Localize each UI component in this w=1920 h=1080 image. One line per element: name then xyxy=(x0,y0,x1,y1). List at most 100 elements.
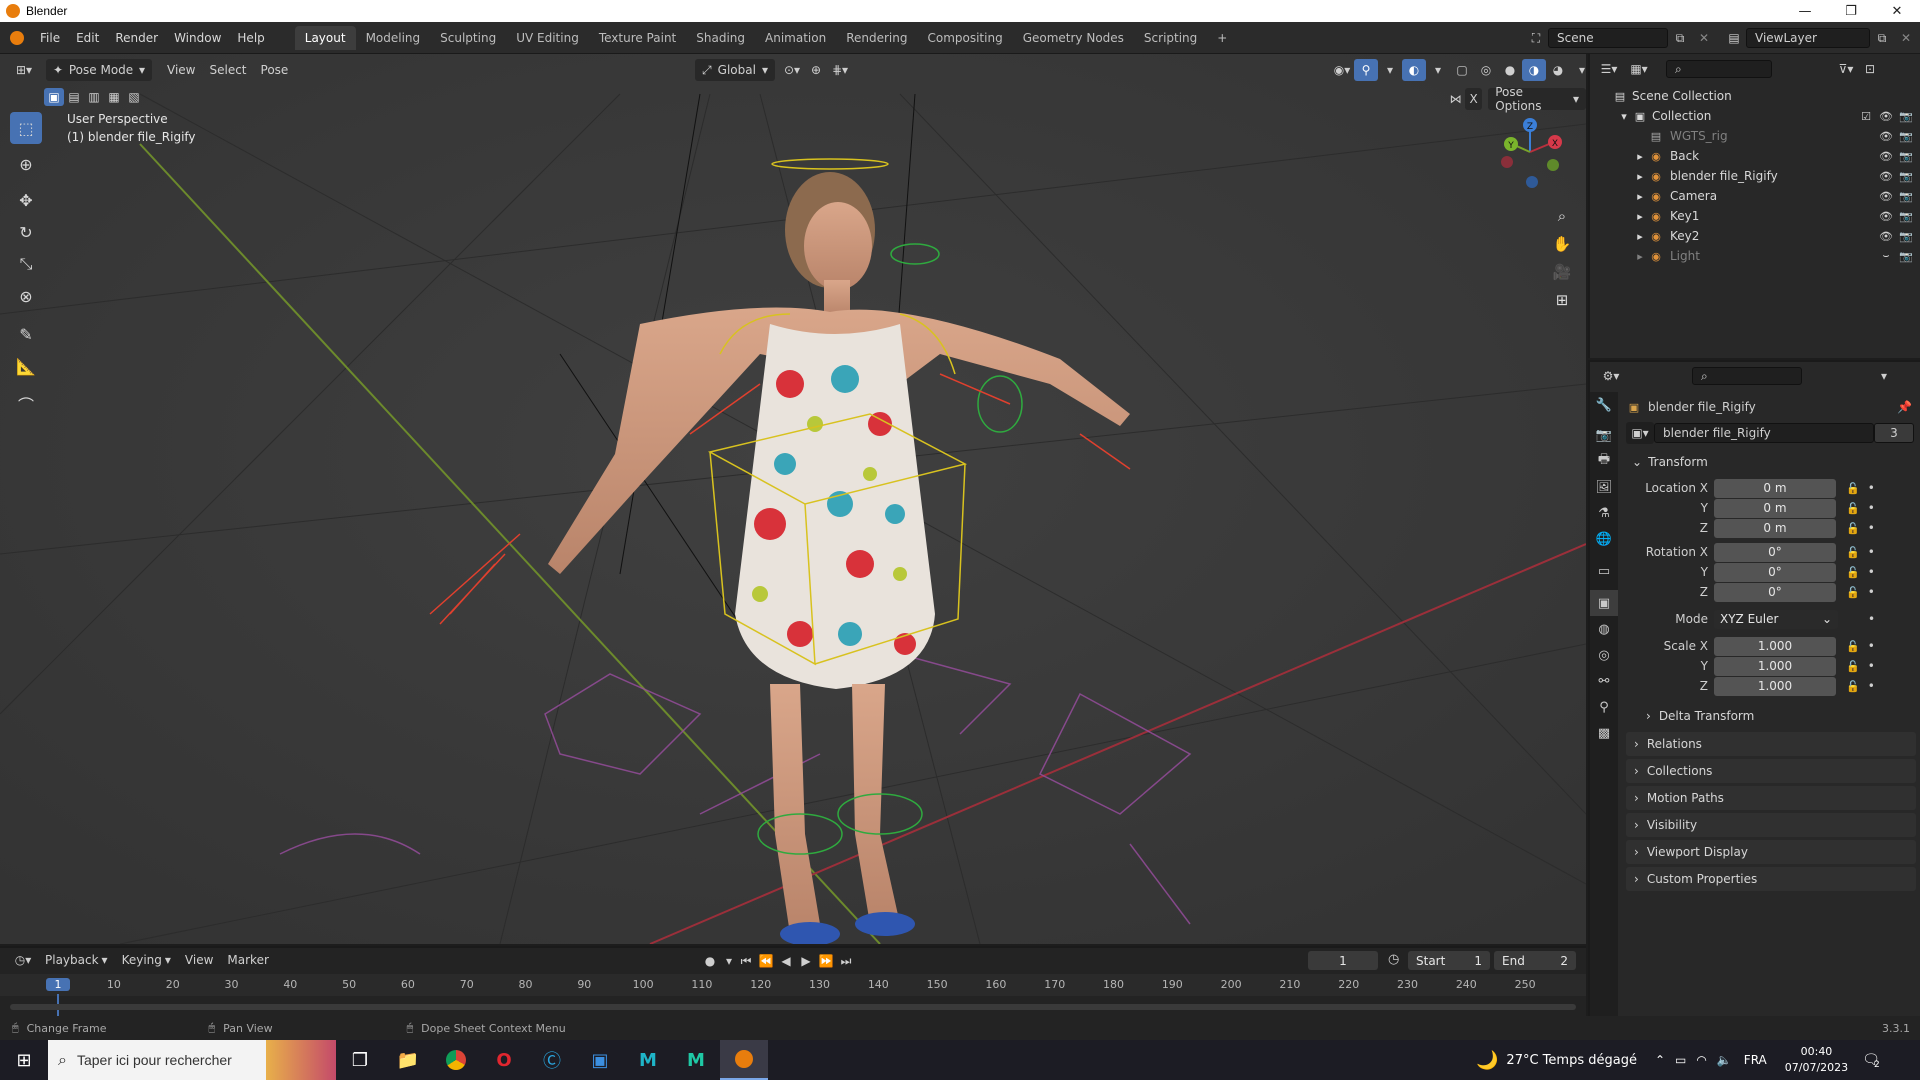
chevron-right-icon[interactable]: ▸ xyxy=(1632,249,1648,263)
jump-end-icon[interactable]: ⏭ xyxy=(836,950,856,972)
pose-options-dropdown[interactable]: Pose Options ▾ xyxy=(1488,85,1586,113)
armature-data-tab-icon[interactable]: ⚲ xyxy=(1590,694,1618,720)
chevron-down-icon[interactable]: ▾ xyxy=(1872,365,1896,387)
keyframe-dot-icon[interactable]: • xyxy=(1868,481,1875,495)
camera-render-icon[interactable]: 📷 xyxy=(1898,170,1914,183)
move-tool[interactable]: ✥ xyxy=(10,184,42,216)
outliner-row[interactable]: ▸ ◉ Back 👁 📷 xyxy=(1590,146,1920,166)
scale-y-field[interactable]: 1.000 xyxy=(1714,656,1836,676)
keyframe-dot-icon[interactable]: • xyxy=(1868,585,1875,599)
delta-transform-header[interactable]: › Delta Transform xyxy=(1640,704,1916,728)
blender-taskbar-icon[interactable] xyxy=(720,1040,768,1080)
lock-icon[interactable]: 🔓 xyxy=(1846,640,1860,653)
chevron-right-icon[interactable]: ▸ xyxy=(1632,189,1648,203)
snap-icon[interactable]: ⊕ xyxy=(804,59,828,81)
panel-header[interactable]: › Custom Properties xyxy=(1626,867,1916,891)
delete-scene-icon[interactable]: ✕ xyxy=(1692,27,1716,49)
visibility-icon[interactable]: ◉▾ xyxy=(1330,59,1354,81)
display-mode-icon[interactable]: ▦▾ xyxy=(1624,58,1654,80)
world-tab-icon[interactable]: 🌐 xyxy=(1590,526,1618,552)
pivot-point-icon[interactable]: ⊙▾ xyxy=(780,59,804,81)
panel-header[interactable]: › Collections xyxy=(1626,759,1916,783)
maya-icon[interactable]: M xyxy=(624,1040,672,1080)
store-icon[interactable]: ▣ xyxy=(576,1040,624,1080)
keyframe-dot-icon[interactable]: • xyxy=(1868,565,1875,579)
gizmo-toggle-icon[interactable]: ⚲ xyxy=(1354,59,1378,81)
file-explorer-icon[interactable]: 📁 xyxy=(384,1040,432,1080)
maximize-button[interactable]: ❐ xyxy=(1828,0,1874,22)
menu-help[interactable]: Help xyxy=(229,27,272,49)
collection-tab-icon[interactable]: ▭ xyxy=(1590,558,1618,584)
physics-tab-icon[interactable]: ◎ xyxy=(1590,642,1618,668)
timeline-view-menu[interactable]: View xyxy=(178,949,220,971)
mudbox-icon[interactable]: M xyxy=(672,1040,720,1080)
opera-icon[interactable]: O xyxy=(480,1040,528,1080)
properties-search-input[interactable]: ⌕ xyxy=(1692,367,1802,385)
chevron-right-icon[interactable]: ▸ xyxy=(1632,209,1648,223)
scene-icon[interactable]: ⛶ xyxy=(1524,27,1548,49)
keyframe-dot-icon[interactable]: • xyxy=(1868,521,1875,535)
navigation-gizmo[interactable]: Z X Y xyxy=(1490,112,1570,192)
lock-icon[interactable]: 🔓 xyxy=(1846,566,1860,579)
panel-header[interactable]: › Motion Paths xyxy=(1626,786,1916,810)
camera-render-icon[interactable]: 📷 xyxy=(1898,130,1914,143)
menu-edit[interactable]: Edit xyxy=(68,27,107,49)
measure-tool[interactable]: 📐 xyxy=(10,350,42,382)
lock-icon[interactable]: 🔓 xyxy=(1846,482,1860,495)
mirror-icon[interactable]: ⋈ xyxy=(1446,88,1465,110)
new-scene-icon[interactable]: ⧉ xyxy=(1668,27,1692,49)
constraint-tab-icon[interactable]: ⚯ xyxy=(1590,668,1618,694)
taskbar-search-input[interactable]: ⌕ Taper ici pour rechercher xyxy=(48,1040,336,1080)
chevron-right-icon[interactable]: ▸ xyxy=(1632,149,1648,163)
select-invert-icon[interactable]: ▦ xyxy=(104,88,124,106)
outliner-row-scene-collection[interactable]: ▤ Scene Collection xyxy=(1590,86,1920,106)
keyframe-dot-icon[interactable]: • xyxy=(1868,612,1875,626)
minimize-button[interactable]: — xyxy=(1782,0,1828,22)
keyframe-dot-icon[interactable]: • xyxy=(1868,501,1875,515)
scale-x-field[interactable]: 1.000 xyxy=(1714,636,1836,656)
tray-expand-icon[interactable]: ⌃ xyxy=(1655,1053,1665,1067)
wifi-icon[interactable]: ◠ xyxy=(1696,1053,1706,1067)
bone-tool[interactable]: ⌒ xyxy=(10,388,42,420)
exclude-checkbox[interactable]: ☑ xyxy=(1858,110,1874,123)
location-z-field[interactable]: 0 m xyxy=(1714,518,1836,538)
shading-settings-icon[interactable]: ▾ xyxy=(1570,59,1586,81)
jump-start-icon[interactable]: ⏮ xyxy=(736,950,756,972)
scale-tool[interactable]: ⤡ xyxy=(10,248,42,280)
outliner-row[interactable]: ▸ ◉ Key2 👁 📷 xyxy=(1590,226,1920,246)
outliner-row[interactable]: ▸ ◉ blender file_Rigify 👁 📷 xyxy=(1590,166,1920,186)
transform-panel-header[interactable]: ⌄ Transform xyxy=(1626,450,1916,474)
gizmo-settings-icon[interactable]: ▾ xyxy=(1378,59,1402,81)
eye-icon[interactable]: 👁 xyxy=(1878,230,1894,243)
cursor-tool[interactable]: ⊕ xyxy=(10,148,42,180)
next-keyframe-icon[interactable]: ⏩ xyxy=(816,950,836,972)
pin-icon[interactable]: 📌 xyxy=(1897,400,1912,414)
transform-tool[interactable]: ⊗ xyxy=(10,280,42,312)
view-menu[interactable]: View xyxy=(160,59,202,81)
wireframe-shading-icon[interactable]: ◎ xyxy=(1474,59,1498,81)
eye-icon[interactable]: 👁 xyxy=(1878,150,1894,163)
output-tab-icon[interactable]: 🖶 xyxy=(1590,448,1618,474)
lock-icon[interactable]: 🔓 xyxy=(1846,660,1860,673)
delete-view-layer-icon[interactable]: ✕ xyxy=(1894,27,1918,49)
tool-tab-icon[interactable]: 🔧 xyxy=(1590,392,1618,418)
lock-icon[interactable]: 🔓 xyxy=(1846,502,1860,515)
transform-orientation-dropdown[interactable]: ⤢ Global ▾ xyxy=(695,59,775,81)
rendered-shading-icon[interactable]: ◕ xyxy=(1546,59,1570,81)
chevron-down-icon[interactable]: ▾ xyxy=(722,950,736,972)
select-subtract-icon[interactable]: ▥ xyxy=(84,88,104,106)
eye-icon[interactable]: 👁 xyxy=(1878,130,1894,143)
scene-name-field[interactable]: Scene xyxy=(1548,28,1668,48)
keyframe-dot-icon[interactable]: • xyxy=(1868,639,1875,653)
add-workspace-button[interactable]: + xyxy=(1207,26,1237,50)
ortho-grid-icon[interactable]: ⊞ xyxy=(1548,286,1576,314)
camera-render-icon[interactable]: 📷 xyxy=(1898,250,1914,263)
chrome-icon[interactable] xyxy=(432,1040,480,1080)
record-icon[interactable]: ● xyxy=(698,950,722,972)
select-box-tool[interactable]: ⬚ xyxy=(10,112,42,144)
editor-type-icon[interactable]: ☰▾ xyxy=(1594,58,1624,80)
language-indicator[interactable]: FRA xyxy=(1744,1053,1767,1067)
users-count[interactable]: 3 xyxy=(1874,423,1914,443)
eye-icon[interactable]: 👁 xyxy=(1878,110,1894,123)
lock-icon[interactable]: 🔓 xyxy=(1846,586,1860,599)
